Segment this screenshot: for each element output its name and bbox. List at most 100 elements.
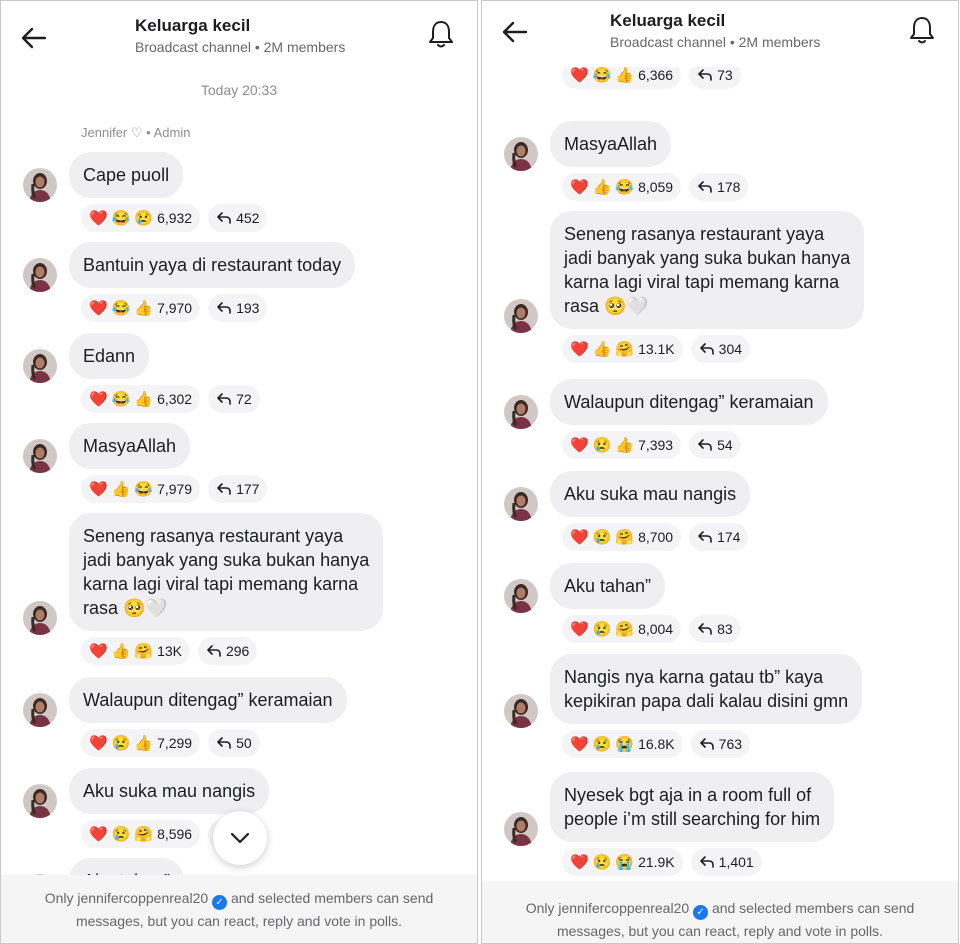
scroll-down-button[interactable] (213, 811, 267, 865)
footer-prefix: Only jennifercoppenreal20 (525, 900, 690, 916)
reply-button[interactable]: 50 (208, 729, 260, 757)
reply-count: 177 (236, 481, 260, 497)
reaction-pill[interactable]: ❤️ 😢 😭 21.9K (562, 848, 683, 876)
reply-button[interactable]: 54 (689, 431, 741, 459)
reaction-pill[interactable]: ❤️ 😂 👍 7,970 (81, 294, 201, 322)
reaction-bar: ❤️ 👍 😂 8,059 178 (562, 173, 749, 201)
reaction-emoji: 👍 (134, 390, 154, 408)
channel-title[interactable]: Keluarga kecil (135, 16, 250, 36)
reaction-emoji: ❤️ (570, 340, 589, 358)
sender-avatar[interactable] (504, 579, 538, 613)
reply-button[interactable]: 177 (208, 475, 268, 503)
sender-avatar[interactable] (23, 258, 57, 292)
reaction-bar: ❤️ 😢 🤗 8,700 174 (562, 523, 749, 551)
sender-name: Jennifer ♡ (81, 125, 143, 140)
permission-footer: Only jennifercoppenreal20 ✓ and selected… (1, 875, 477, 943)
reaction-emoji: 😂 (615, 178, 635, 196)
channel-avatar[interactable] (79, 15, 115, 51)
bell-icon[interactable] (908, 15, 936, 45)
message-bubble[interactable]: MasyaAllah (69, 423, 191, 469)
reaction-emoji: 😢 (592, 528, 612, 546)
reaction-count: 16.8K (638, 736, 675, 752)
reply-button[interactable]: 72 (208, 385, 260, 413)
reply-icon (699, 343, 714, 355)
message-bubble[interactable]: Walaupun ditengag” keramaian (550, 379, 828, 425)
reaction-count: 7,393 (638, 437, 674, 453)
reaction-pill[interactable]: ❤️ 😢 👍 7,299 (81, 729, 201, 757)
reply-count: 54 (717, 437, 733, 453)
back-arrow-icon[interactable] (17, 21, 51, 55)
channel-avatar[interactable] (554, 11, 590, 47)
reaction-bar: ❤️ 😢 👍 7,299 50 (81, 729, 260, 757)
sender-avatar[interactable] (504, 487, 538, 521)
reply-button[interactable]: 763 (690, 730, 751, 758)
message-bubble[interactable]: Aku suka mau nangis (69, 768, 270, 814)
footer-suffix: and selected members can send (711, 900, 915, 916)
message-bubble[interactable]: Seneng rasanya restaurant yaya jadi bany… (550, 211, 865, 329)
message-bubble[interactable]: Walaupun ditengag” keramaian (69, 677, 347, 723)
reply-count: 72 (236, 391, 252, 407)
reaction-bar: ❤️ 👍 😂 7,979 177 (81, 475, 268, 503)
sender-avatar[interactable] (504, 694, 538, 728)
reply-button[interactable]: 1,401 (690, 848, 762, 876)
message-bubble[interactable]: Bantuin yaya di restaurant today (69, 242, 356, 288)
reply-button[interactable]: 296 (197, 637, 258, 665)
reaction-emoji: ❤️ (570, 66, 589, 84)
sender-avatar[interactable] (504, 812, 538, 846)
reaction-count: 7,970 (157, 300, 193, 316)
message-bubble[interactable]: Seneng rasanya restaurant yaya jadi bany… (69, 513, 384, 631)
reaction-emoji: 😂 (134, 480, 154, 498)
sender-avatar[interactable] (23, 349, 57, 383)
reaction-pill[interactable]: ❤️ 😢 🤗 8,596 (81, 820, 201, 848)
message-bubble[interactable]: Aku tahan” (550, 563, 666, 609)
reply-button[interactable]: 304 (690, 335, 751, 363)
message-bubble[interactable]: Nyesek bgt aja in a room full of people … (550, 772, 835, 842)
reply-icon (698, 623, 712, 635)
reaction-pill[interactable]: ❤️ 👍 🤗 13.1K (562, 335, 683, 363)
reaction-emoji: 👍 (615, 66, 635, 84)
sender-avatar[interactable] (23, 784, 57, 818)
reaction-emoji: 😂 (592, 66, 612, 84)
reply-button[interactable]: 193 (208, 294, 268, 322)
bell-icon[interactable] (427, 19, 455, 49)
reaction-pill[interactable]: ❤️ 😂 👍 6,302 (81, 385, 201, 413)
sender-avatar[interactable] (23, 439, 57, 473)
reaction-emoji: ❤️ (570, 620, 589, 638)
reaction-pill[interactable]: ❤️ 👍 😂 8,059 (562, 173, 682, 201)
message-bubble[interactable]: Edann (69, 333, 150, 379)
message-bubble[interactable]: Nangis nya karna gatau tb” kaya kepikira… (550, 654, 863, 724)
reaction-pill[interactable]: ❤️ 😢 😭 16.8K (562, 730, 683, 758)
reaction-emoji: 😢 (134, 209, 154, 227)
reply-button[interactable]: 178 (689, 173, 749, 201)
reply-icon (217, 737, 231, 749)
reply-button[interactable]: 452 (208, 204, 268, 232)
reaction-bar: ❤️ 😢 😭 16.8K 763 (562, 730, 751, 758)
sender-avatar[interactable] (23, 693, 57, 727)
message-bubble[interactable]: MasyaAllah (550, 121, 672, 167)
sender-avatar[interactable] (504, 137, 538, 171)
reaction-pill[interactable]: ❤️ 😢 👍 7,393 (562, 431, 682, 459)
reaction-pill[interactable]: ❤️ 👍 😂 7,979 (81, 475, 201, 503)
reaction-pill[interactable]: ❤️ 😂 😢 6,932 (81, 204, 201, 232)
reaction-pill[interactable]: ❤️ 😢 🤗 8,004 (562, 615, 682, 643)
sender-avatar[interactable] (23, 168, 57, 202)
reaction-emoji: 👍 (615, 436, 635, 454)
message-bubble[interactable]: Cape puoll (69, 152, 184, 198)
sender-avatar[interactable] (504, 299, 538, 333)
sender-avatar[interactable] (23, 601, 57, 635)
reaction-emoji: ❤️ (570, 528, 589, 546)
reaction-count: 21.9K (638, 854, 675, 870)
reply-button[interactable]: 174 (689, 523, 749, 551)
sender-avatar[interactable] (504, 395, 538, 429)
message-bubble[interactable]: Aku suka mau nangis (550, 471, 751, 517)
reaction-emoji: 👍 (134, 734, 154, 752)
reaction-emoji: 🤗 (134, 825, 154, 843)
reaction-pill[interactable]: ❤️ 😢 🤗 8,700 (562, 523, 682, 551)
reply-button[interactable]: 83 (689, 615, 741, 643)
back-arrow-icon[interactable] (498, 15, 532, 49)
reaction-pill[interactable]: ❤️ 👍 🤗 13K (81, 637, 190, 665)
reply-count: 1,401 (718, 854, 754, 870)
reaction-emoji: 👍 (111, 642, 131, 660)
channel-screen-left: Today 20:33 Jennifer ♡ • Admin Cape puol… (0, 0, 478, 944)
channel-title[interactable]: Keluarga kecil (610, 11, 725, 31)
